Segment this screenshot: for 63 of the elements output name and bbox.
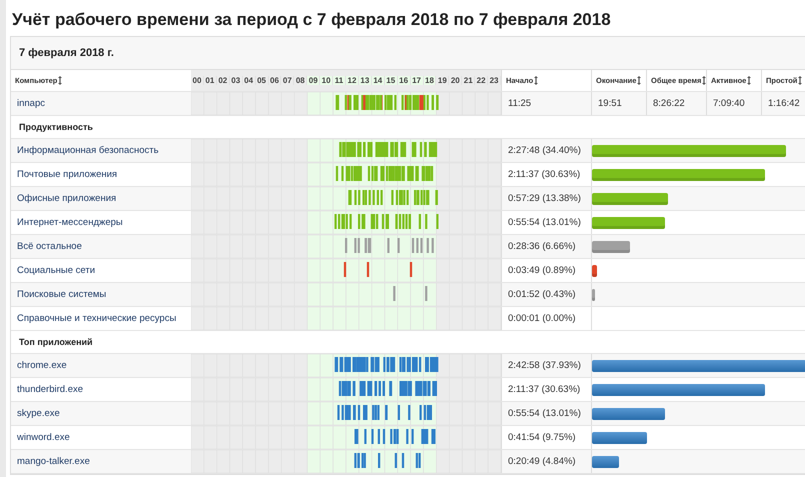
duration-text: 2:27:48 (34.40%) bbox=[508, 145, 581, 156]
date-header: 7 февраля 2018 г. bbox=[11, 37, 805, 70]
hour-label: 15 bbox=[384, 76, 398, 85]
hour-label: 21 bbox=[462, 76, 476, 85]
category-name[interactable]: Офисные приложения bbox=[17, 193, 116, 204]
category-name[interactable]: Поисковые системы bbox=[17, 289, 106, 300]
duration-text: 0:28:36 (6.66%) bbox=[508, 241, 576, 252]
application-name[interactable]: skype.exe bbox=[17, 408, 60, 419]
active-time: 7:09:40 bbox=[713, 98, 745, 109]
category-name[interactable]: Социальные сети bbox=[17, 265, 96, 276]
hour-label: 10 bbox=[320, 76, 334, 85]
hour-label: 13 bbox=[358, 76, 372, 85]
duration-text: 2:11:37 (30.63%) bbox=[508, 169, 580, 180]
duration-text: 0:20:49 (4.84%) bbox=[508, 456, 576, 467]
report-title: Учёт рабочего времени за период с 7 февраля 2018 по 7 февраля 2018 bbox=[11, 9, 612, 31]
hour-label: 03 bbox=[230, 76, 243, 85]
sort-icon bbox=[702, 76, 706, 85]
hour-label: 06 bbox=[268, 76, 282, 85]
application-name[interactable]: thunderbird.exe bbox=[17, 384, 84, 395]
hour-label: 09 bbox=[307, 76, 320, 85]
duration-text: 0:55:54 (13.01%) bbox=[508, 408, 581, 419]
hour-label: 14 bbox=[372, 76, 385, 85]
hour-label: 19 bbox=[436, 76, 450, 85]
application-name[interactable]: winword.exe bbox=[17, 432, 70, 443]
start-time: 11:25 bbox=[508, 98, 532, 109]
duration-text: 0:55:54 (13.01%) bbox=[508, 217, 581, 228]
end-time: 19:51 bbox=[598, 98, 622, 109]
category-name[interactable]: Всё остальное bbox=[17, 241, 82, 252]
category-name[interactable]: Информационная безопасность bbox=[17, 145, 159, 156]
idle-time: 1:16:42 bbox=[768, 98, 800, 109]
duration-text: 0:03:49 (0.89%) bbox=[508, 265, 576, 276]
hour-label: 17 bbox=[410, 76, 424, 85]
application-name[interactable]: mango-talker.exe bbox=[17, 456, 90, 467]
hour-label: 12 bbox=[346, 76, 359, 85]
duration-text: 2:42:58 (37.93%) bbox=[508, 360, 581, 371]
duration-text: 0:00:01 (0.00%) bbox=[508, 313, 576, 324]
category-name[interactable]: Справочные и технические ресурсы bbox=[17, 313, 176, 324]
hour-label: 16 bbox=[398, 76, 411, 85]
sort-icon bbox=[534, 76, 538, 85]
hour-label: 22 bbox=[475, 76, 488, 85]
hour-label: 18 bbox=[424, 76, 436, 85]
sort-icon bbox=[747, 76, 752, 85]
sort-icon bbox=[798, 76, 802, 85]
hour-label: 05 bbox=[256, 76, 268, 85]
total-time: 8:26:22 bbox=[653, 98, 685, 109]
hour-label: 01 bbox=[204, 76, 217, 85]
sort-icon bbox=[637, 76, 642, 85]
hour-label: 23 bbox=[488, 76, 501, 85]
hour-label: 07 bbox=[281, 76, 294, 85]
hour-label: 00 bbox=[191, 76, 204, 85]
computer-name[interactable]: innapc bbox=[17, 98, 45, 109]
category-name[interactable]: Интернет-мессенджеры bbox=[17, 217, 123, 228]
category-name[interactable]: Почтовые приложения bbox=[17, 169, 118, 180]
duration-text: 2:11:37 (30.63%) bbox=[508, 384, 580, 395]
hour-label: 02 bbox=[216, 76, 230, 85]
hour-label: 20 bbox=[449, 76, 462, 85]
application-name[interactable]: chrome.exe bbox=[17, 360, 67, 371]
sort-icon bbox=[58, 76, 62, 85]
hour-label: 04 bbox=[242, 76, 256, 85]
duration-text: 0:57:29 (13.38%) bbox=[508, 193, 581, 204]
duration-text: 0:41:54 (9.75%) bbox=[508, 432, 576, 443]
hour-label: 11 bbox=[333, 76, 346, 85]
duration-text: 0:01:52 (0.43%) bbox=[508, 289, 576, 300]
